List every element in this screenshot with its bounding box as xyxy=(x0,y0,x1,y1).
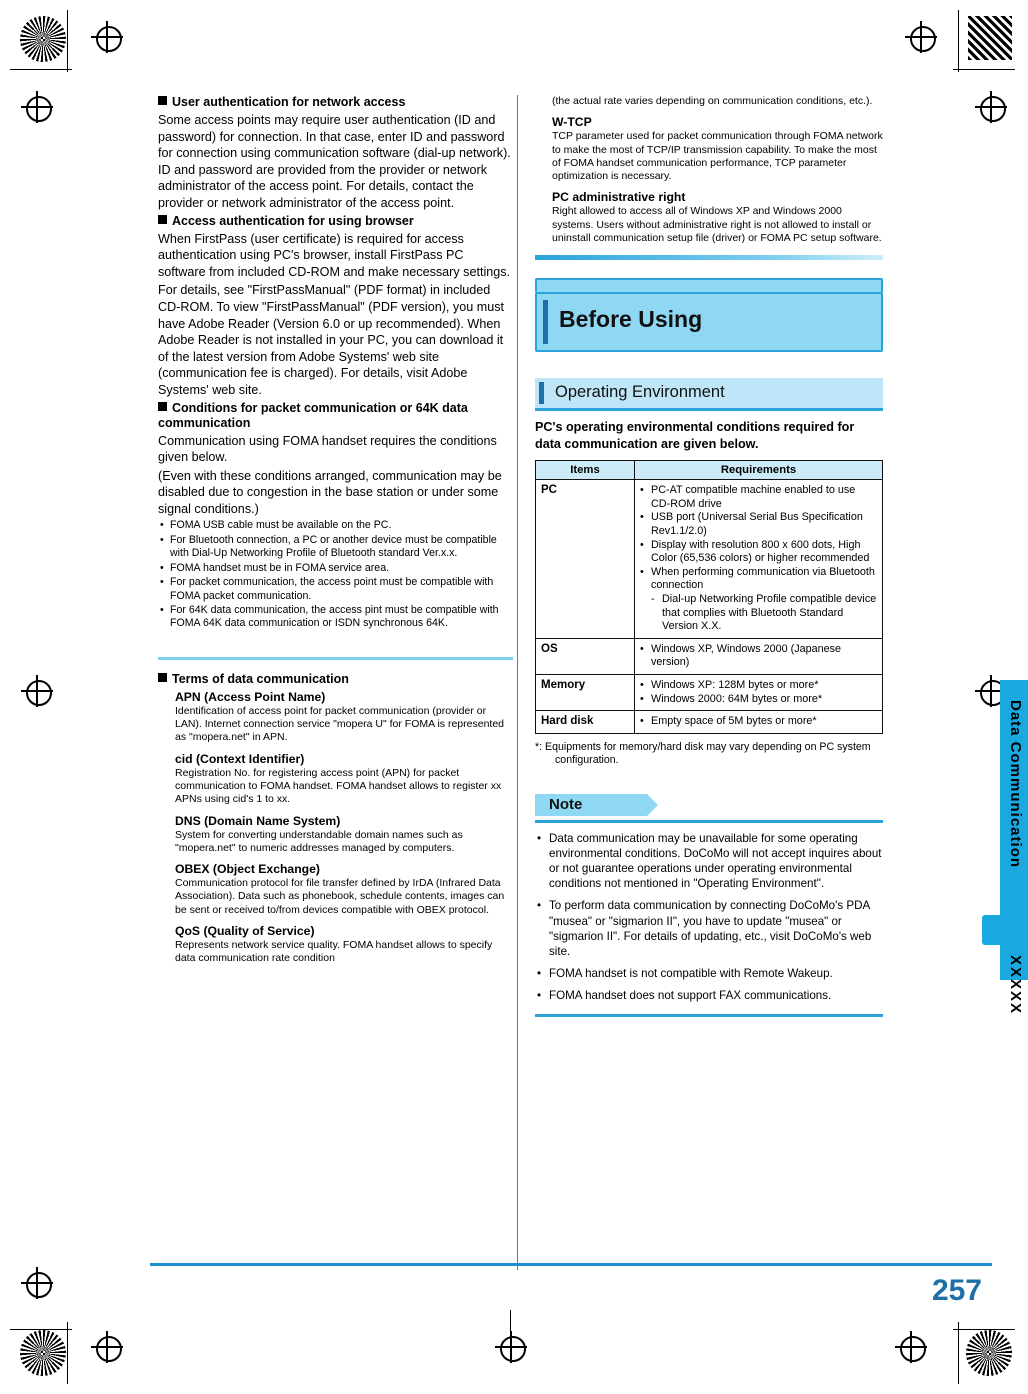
chapter-accent-bar xyxy=(543,300,548,345)
requirement-list: Empty space of 5M bytes or more* xyxy=(640,715,877,729)
list-item: FOMA USB cable must be available on the … xyxy=(158,519,513,533)
table-row: PC PC-AT compatible machine enabled to u… xyxy=(535,479,883,639)
terms-divider-rule xyxy=(158,656,513,660)
section-accent-bar xyxy=(539,382,544,405)
chapter-title: Before Using xyxy=(559,306,703,333)
list-item: FOMA handset is not compatible with Remo… xyxy=(535,966,883,981)
note-top-rule xyxy=(535,819,883,823)
table-header-row: Items Requirements xyxy=(535,460,883,481)
conditions-bullet-list: FOMA USB cable must be available on the … xyxy=(158,519,513,630)
term-description: Communication protocol for file transfer… xyxy=(175,877,505,916)
square-bullet-icon xyxy=(158,96,167,105)
edge-thumb-tab-secondary xyxy=(982,915,1028,945)
chapter-header-cap xyxy=(535,278,883,293)
term-title: QoS (Quality of Service) xyxy=(175,923,315,938)
cell-requirements: PC-AT compatible machine enabled to use … xyxy=(634,479,883,639)
section-heading: Access authentication for using browser xyxy=(158,214,513,229)
term-description: Right allowed to access all of Windows X… xyxy=(552,205,882,245)
list-item: Empty space of 5M bytes or more* xyxy=(640,715,877,729)
section-body: When FirstPass (user certificate) is req… xyxy=(158,231,511,279)
table-row: Memory Windows XP: 128M bytes or more* W… xyxy=(535,673,883,712)
table-row: OS Windows XP, Windows 2000 (Japanese ve… xyxy=(535,637,883,675)
list-item: Display with resolution 800 x 600 dots, … xyxy=(640,539,877,566)
section-body: Communication using FOMA handset require… xyxy=(158,433,497,465)
terms-heading: Terms of data communication xyxy=(158,672,513,687)
term-title: cid (Context Identifier) xyxy=(175,751,305,766)
terms-list: APN (Access Point Name) Identification o… xyxy=(175,690,513,966)
column-divider xyxy=(517,95,518,1270)
cell-requirements: Windows XP, Windows 2000 (Japanese versi… xyxy=(634,637,883,675)
requirement-list: PC-AT compatible machine enabled to use … xyxy=(640,484,877,634)
term-description: Represents network service quality. FOMA… xyxy=(175,938,493,965)
section-heading: User authentication for network access xyxy=(158,95,513,110)
term-description: TCP parameter used for packet communicat… xyxy=(552,130,883,183)
square-bullet-icon xyxy=(158,214,167,224)
list-item: For Bluetooth connection, a PC or anothe… xyxy=(158,534,513,561)
cell-item: Memory xyxy=(535,673,635,712)
list-item: FOMA handset does not support FAX commun… xyxy=(535,988,883,1003)
square-bullet-icon xyxy=(158,672,167,682)
section-title: Operating Environment xyxy=(555,383,725,402)
edge-tab-label: Data Communication xyxy=(1007,700,1024,869)
list-item: Windows XP: 128M bytes or more* xyxy=(640,679,877,693)
list-item: USB port (Universal Serial Bus Specifica… xyxy=(640,511,877,538)
list-item: To perform data communication by connect… xyxy=(535,898,883,959)
cell-requirements: Empty space of 5M bytes or more* xyxy=(634,710,883,734)
requirement-list: Windows XP: 128M bytes or more* Windows … xyxy=(640,679,877,706)
column-header-requirements: Requirements xyxy=(634,460,883,481)
footer-rule xyxy=(150,1263,992,1266)
right-terms-list: W-TCP TCP parameter used for packet comm… xyxy=(552,115,883,245)
note-label: Note xyxy=(549,795,583,813)
operating-environment-table: Items Requirements PC PC-AT compatible m… xyxy=(535,460,883,734)
term-title: OBEX (Object Exchange) xyxy=(175,862,320,877)
page-content: User authentication for network access S… xyxy=(0,0,1028,1394)
chapter-top-rule xyxy=(535,255,883,261)
cell-item: PC xyxy=(535,479,635,639)
list-item: Data communication may be unavailable fo… xyxy=(535,831,883,892)
page-number: 257 xyxy=(931,1274,982,1307)
requirement-list: Windows XP, Windows 2000 (Japanese versi… xyxy=(640,643,877,670)
list-item: For 64K data communication, the access p… xyxy=(158,604,513,631)
edge-tab-code: XXXXX xyxy=(1007,955,1024,1016)
section-conditions: Conditions for packet communication or 6… xyxy=(158,401,513,631)
term-title: APN (Access Point Name) xyxy=(175,689,326,704)
term-description: System for converting understandable dom… xyxy=(175,828,463,854)
list-item: Windows XP, Windows 2000 (Japanese versi… xyxy=(640,643,877,670)
right-column: (the actual rate varies depending on com… xyxy=(535,95,883,1017)
term-title: PC administrative right xyxy=(552,190,686,205)
chapter-header: Before Using xyxy=(535,292,883,353)
term-description: Registration No. for registering access … xyxy=(175,766,502,806)
term-title: W-TCP xyxy=(552,115,592,130)
list-item: PC-AT compatible machine enabled to use … xyxy=(640,484,877,511)
cell-requirements: Windows XP: 128M bytes or more* Windows … xyxy=(634,673,883,712)
list-item: For packet communication, the access poi… xyxy=(158,576,513,603)
section-body-2: For details, see "FirstPassManual" (PDF … xyxy=(158,283,505,397)
table-footnote: *: Equipments for memory/hard disk may v… xyxy=(535,740,871,767)
section-body: Some access points may require user auth… xyxy=(158,113,511,210)
note-tab: Note xyxy=(535,793,883,818)
list-item: FOMA handset must be in FOMA service are… xyxy=(158,562,513,576)
note-bottom-rule xyxy=(535,1013,883,1017)
section-body-2: (Even with these conditions arranged, co… xyxy=(158,468,502,516)
term-description: Identification of access point for packe… xyxy=(175,704,505,744)
list-item: When performing communication via Blueto… xyxy=(640,566,877,593)
lead-paragraph: PC's operating environmental conditions … xyxy=(535,420,855,451)
table-row: Hard disk Empty space of 5M bytes or mor… xyxy=(535,710,883,734)
continuation-text: (the actual rate varies depending on com… xyxy=(552,95,873,107)
cell-item: OS xyxy=(535,637,635,675)
list-item-sub: Dial-up Networking Profile compatible de… xyxy=(640,593,877,634)
section-header: Operating Environment xyxy=(535,378,883,412)
left-column: User authentication for network access S… xyxy=(158,95,513,966)
note-list: Data communication may be unavailable fo… xyxy=(535,831,883,1004)
section-access-authentication: Access authentication for using browser … xyxy=(158,214,513,399)
list-item: Windows 2000: 64M bytes or more* xyxy=(640,693,877,707)
section-heading: Conditions for packet communication or 6… xyxy=(158,400,468,430)
cell-item: Hard disk xyxy=(535,710,635,734)
section-user-authentication: User authentication for network access S… xyxy=(158,95,513,212)
square-bullet-icon xyxy=(158,401,167,411)
term-title: DNS (Domain Name System) xyxy=(175,813,341,828)
column-header-items: Items xyxy=(535,460,635,481)
